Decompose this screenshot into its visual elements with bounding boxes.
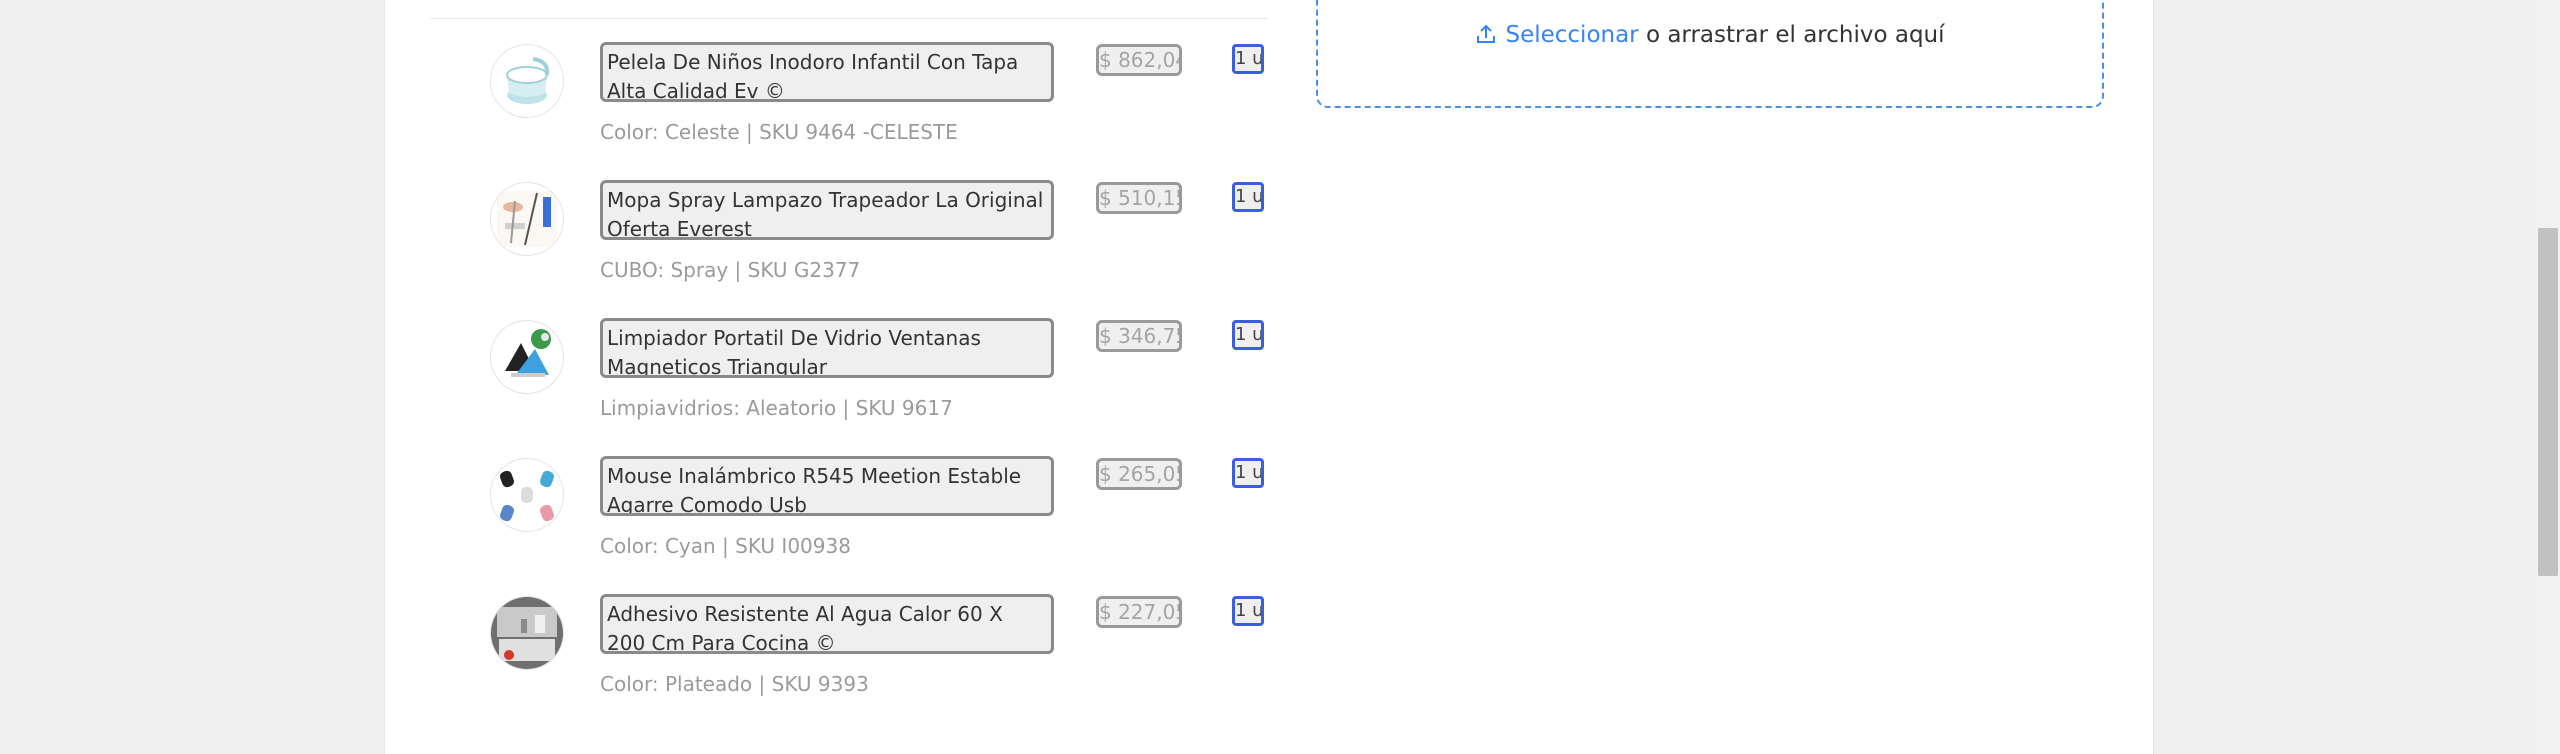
price-field[interactable]: $ 346,75: [1096, 320, 1182, 352]
divider: [430, 18, 1268, 19]
quantity-field[interactable]: 1 u.: [1232, 458, 1264, 488]
cart-item: Mouse Inalámbrico R545 Meetion Estable A…: [490, 456, 1290, 596]
price-field[interactable]: $ 510,15: [1096, 182, 1182, 214]
quantity-field[interactable]: 1 u.: [1232, 320, 1264, 350]
price-field[interactable]: $ 862,04: [1096, 44, 1182, 76]
product-image-mouse: [490, 458, 564, 532]
upload-prompt: Seleccionar o arrastrar el archivo aquí: [1318, 22, 2102, 51]
quantity-field[interactable]: 1 u.: [1232, 596, 1264, 626]
price-field[interactable]: $ 265,05: [1096, 458, 1182, 490]
product-title-field[interactable]: Adhesivo Resistente Al Agua Calor 60 X 2…: [600, 594, 1054, 654]
product-variant-sku: Limpiavidrios: Aleatorio | SKU 9617: [600, 396, 953, 420]
cart-item: Pelela De Niños Inodoro Infantil Con Tap…: [490, 42, 1290, 182]
product-variant-sku: Color: Celeste | SKU 9464 -CELESTE: [600, 120, 958, 144]
file-dropzone[interactable]: Seleccionar o arrastrar el archivo aquí: [1316, 0, 2104, 108]
product-title-field[interactable]: Pelela De Niños Inodoro Infantil Con Tap…: [600, 42, 1054, 102]
product-image-mop: [490, 182, 564, 256]
select-file-link[interactable]: Seleccionar: [1505, 22, 1638, 48]
cart-item: Adhesivo Resistente Al Agua Calor 60 X 2…: [490, 594, 1290, 734]
product-image-window-cleaner: [490, 320, 564, 394]
scrollbar-thumb[interactable]: [2538, 228, 2558, 576]
price-field[interactable]: $ 227,05: [1096, 596, 1182, 628]
product-image-adhesive: [490, 596, 564, 670]
product-title-field[interactable]: Limpiador Portatil De Vidrio Ventanas Ma…: [600, 318, 1054, 378]
product-title-field[interactable]: Mopa Spray Lampazo Trapeador La Original…: [600, 180, 1054, 240]
quantity-field[interactable]: 1 u.: [1232, 44, 1264, 74]
cart-item: Limpiador Portatil De Vidrio Ventanas Ma…: [490, 318, 1290, 458]
cart-item: Mopa Spray Lampazo Trapeador La Original…: [490, 180, 1290, 320]
product-image-potty: [490, 44, 564, 118]
upload-icon: [1475, 23, 1497, 51]
quantity-field[interactable]: 1 u.: [1232, 182, 1264, 212]
product-variant-sku: CUBO: Spray | SKU G2377: [600, 258, 861, 282]
drag-file-text: o arrastrar el archivo aquí: [1638, 22, 1945, 48]
product-variant-sku: Color: Cyan | SKU I00938: [600, 534, 851, 558]
product-variant-sku: Color: Plateado | SKU 9393: [600, 672, 869, 696]
product-title-field[interactable]: Mouse Inalámbrico R545 Meetion Estable A…: [600, 456, 1054, 516]
